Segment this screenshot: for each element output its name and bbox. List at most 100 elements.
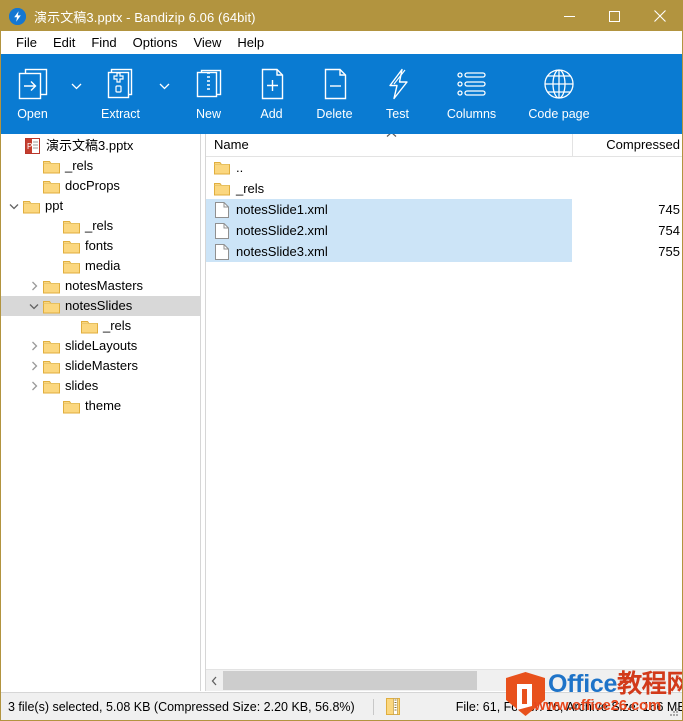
folder-icon (42, 339, 60, 354)
file-name-cell: notesSlide1.xml (206, 199, 572, 220)
toolbar-button-delete[interactable]: Delete (303, 54, 366, 132)
toolbar-button-add[interactable]: Add (240, 54, 303, 132)
tree-item-ppt[interactable]: ppt (1, 196, 200, 216)
file-compressed-cell (573, 178, 682, 199)
title-bar: 演示文稿3.pptx - Bandizip 6.06 (64bit) (1, 1, 682, 31)
tree-item-label: 演示文稿3.pptx (46, 136, 133, 156)
status-divider (373, 699, 374, 715)
file-name-cell: .. (206, 157, 572, 178)
svg-text:P: P (27, 142, 32, 151)
file-name-label: notesSlide3.xml (236, 244, 328, 259)
toolbar-button-extract[interactable]: Extract (89, 54, 152, 132)
tree-item-ppt-rels[interactable]: _rels (1, 216, 200, 236)
chevron-down-icon[interactable] (26, 303, 42, 310)
menu-item-file[interactable]: File (8, 33, 45, 52)
chevron-right-icon[interactable] (26, 361, 42, 371)
chevron-right-icon[interactable] (26, 281, 42, 291)
menu-item-help[interactable]: Help (229, 33, 272, 52)
open-dropdown-chevron-down-icon[interactable] (64, 54, 89, 132)
toolbar-button-open[interactable]: Open (1, 54, 64, 132)
file-name-label: notesSlide2.xml (236, 223, 328, 238)
menu-item-options[interactable]: Options (125, 33, 186, 52)
column-header-compressed[interactable]: Compressed (573, 134, 682, 156)
horizontal-scrollbar[interactable] (206, 669, 682, 691)
minimize-button[interactable] (547, 1, 592, 31)
file-list[interactable]: Name Compressed .. (206, 134, 682, 691)
tree-item-notesmasters[interactable]: notesMasters (1, 276, 200, 296)
tree-item-label: notesMasters (65, 276, 143, 296)
resize-grip[interactable] (668, 706, 680, 718)
folder-icon (62, 259, 80, 274)
file-name-label: _rels (236, 181, 264, 196)
tree-item-rels[interactable]: _rels (1, 156, 200, 176)
delete-file-icon (317, 64, 353, 104)
chevron-left-icon[interactable] (206, 671, 223, 690)
new-archive-icon (191, 64, 227, 104)
extract-dropdown-chevron-down-icon[interactable] (152, 54, 177, 132)
menu-item-view[interactable]: View (185, 33, 229, 52)
file-name-cell: notesSlide3.xml (206, 241, 572, 262)
xml-file-icon (214, 223, 230, 239)
file-compressed-cell: 755 (573, 241, 682, 262)
tree-item-notesslides[interactable]: notesSlides (1, 296, 200, 316)
toolbar-button-test[interactable]: Test (366, 54, 429, 132)
file-compressed-cell: 745 (573, 199, 682, 220)
tree-item-label: slideLayouts (65, 336, 137, 356)
file-compressed-cell (573, 157, 682, 178)
tree-item-label: media (85, 256, 120, 276)
file-name-cell: notesSlide2.xml (206, 220, 572, 241)
menu-item-find[interactable]: Find (83, 33, 124, 52)
table-row[interactable]: .. (206, 157, 682, 178)
chevron-right-icon[interactable] (26, 341, 42, 351)
folder-icon (62, 219, 80, 234)
table-row[interactable]: notesSlide1.xml 745 (206, 199, 682, 220)
scrollbar-track[interactable] (223, 671, 682, 690)
folder-icon (42, 379, 60, 394)
tree-item-slidelayouts[interactable]: slideLayouts (1, 336, 200, 356)
folder-icon (42, 299, 60, 314)
toolbar-button-columns[interactable]: Columns (429, 54, 514, 132)
toolbar-label-delete: Delete (316, 107, 352, 121)
close-button[interactable] (637, 1, 682, 31)
tree-item-notesslides-rels[interactable]: _rels (1, 316, 200, 336)
pptx-file-icon: P (23, 138, 41, 154)
test-bolt-icon (380, 64, 416, 104)
table-row[interactable]: notesSlide2.xml 754 (206, 220, 682, 241)
chevron-down-icon[interactable] (6, 203, 22, 210)
tree-item-docprops[interactable]: docProps (1, 176, 200, 196)
folder-icon (80, 319, 98, 334)
tree-item-theme[interactable]: theme (1, 396, 200, 416)
folder-tree[interactable]: P 演示文稿3.pptx _rels docProps (1, 134, 200, 691)
toolbar-button-new[interactable]: New (177, 54, 240, 132)
maximize-button[interactable] (592, 1, 637, 31)
file-name-cell: _rels (206, 178, 572, 199)
column-header-name[interactable]: Name (206, 134, 572, 156)
tree-item-label: _rels (103, 316, 131, 336)
tree-item-fonts[interactable]: fonts (1, 236, 200, 256)
file-list-rows: .. _rels (206, 157, 682, 669)
chevron-right-icon[interactable] (26, 381, 42, 391)
toolbar-button-code-page[interactable]: Code page (514, 54, 604, 132)
folder-icon (42, 179, 60, 194)
menu-item-edit[interactable]: Edit (45, 33, 83, 52)
folder-icon (214, 182, 230, 196)
folder-icon (22, 199, 40, 214)
file-compressed-cell: 754 (573, 220, 682, 241)
tree-item-slides[interactable]: slides (1, 376, 200, 396)
file-list-header: Name Compressed (206, 134, 682, 157)
toolbar-label-add: Add (260, 107, 282, 121)
window-title: 演示文稿3.pptx - Bandizip 6.06 (64bit) (34, 7, 256, 26)
xml-file-icon (214, 244, 230, 260)
table-row[interactable]: notesSlide3.xml 755 (206, 241, 682, 262)
extract-icon (103, 64, 139, 104)
tree-item-archive-root[interactable]: P 演示文稿3.pptx (1, 136, 200, 156)
bandizip-bolt-icon (9, 8, 26, 25)
scrollbar-thumb[interactable] (223, 671, 477, 690)
tree-item-slidemasters[interactable]: slideMasters (1, 356, 200, 376)
toolbar-label-columns: Columns (447, 107, 496, 121)
folder-icon (214, 161, 230, 175)
tree-item-media[interactable]: media (1, 256, 200, 276)
table-row[interactable]: _rels (206, 178, 682, 199)
tree-item-label: slideMasters (65, 356, 138, 376)
folder-icon (42, 279, 60, 294)
